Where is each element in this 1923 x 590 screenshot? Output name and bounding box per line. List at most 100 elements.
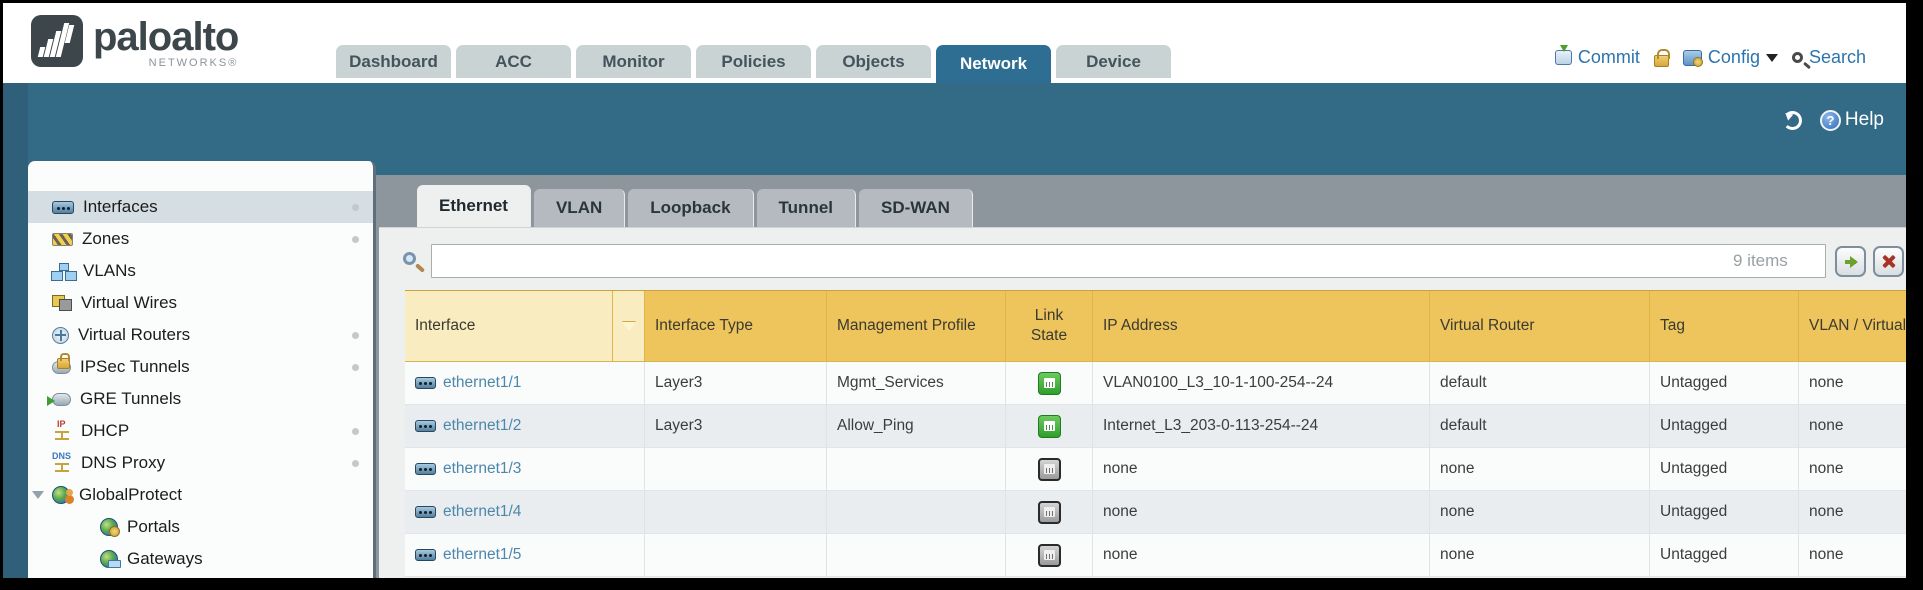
interface-link[interactable]: ethernet1/5 <box>443 546 521 564</box>
sidebar-item-gre-tunnels[interactable]: GRE Tunnels <box>28 383 373 415</box>
table-row: ethernet1/1 Layer3 Mgmt_Services VLAN010… <box>405 362 1906 405</box>
sidebar-item-vlans[interactable]: VLANs <box>28 255 373 287</box>
item-dot <box>352 236 359 243</box>
refresh-icon[interactable] <box>1783 111 1802 130</box>
cell-ip-address: none <box>1093 491 1430 533</box>
portals-icon <box>100 518 118 536</box>
col-ip-address[interactable]: IP Address <box>1093 291 1430 361</box>
tab-loopback[interactable]: Loopback <box>628 189 753 227</box>
cell-mgmt-profile <box>827 534 1006 576</box>
top-header: paloalto NETWORKS® Dashboard ACC Monitor… <box>3 3 1906 83</box>
help-button[interactable]: ? Help <box>1820 109 1884 131</box>
sidebar-item-virtual-wires[interactable]: Virtual Wires <box>28 287 373 319</box>
sidebar-item-interfaces[interactable]: Interfaces <box>28 191 373 223</box>
link-state-down-icon[interactable] <box>1038 501 1061 524</box>
cell-tag: Untagged <box>1650 362 1799 404</box>
lock-icon[interactable] <box>1654 55 1669 67</box>
cell-interface-type <box>645 448 827 490</box>
link-state-up-icon[interactable] <box>1038 415 1061 438</box>
table-row: ethernet1/4 none none Untagged none <box>405 491 1906 534</box>
ethernet-icon <box>415 506 436 518</box>
tab-dashboard[interactable]: Dashboard <box>336 45 451 78</box>
filter-input[interactable] <box>431 244 1826 278</box>
col-interface[interactable]: Interface <box>405 291 613 361</box>
col-link-state[interactable]: Link State <box>1006 291 1093 361</box>
cell-interface-type: Layer3 <box>645 405 827 447</box>
interface-link[interactable]: ethernet1/4 <box>443 503 521 521</box>
zones-icon <box>52 233 73 246</box>
cell-interface-type <box>645 491 827 533</box>
sidebar-item-portals[interactable]: Portals <box>28 511 373 543</box>
cell-virtual-router: default <box>1430 362 1650 404</box>
collapse-triangle-icon[interactable] <box>32 491 44 505</box>
app-window: paloalto NETWORKS® Dashboard ACC Monitor… <box>3 3 1906 578</box>
virtual-wires-icon <box>52 295 72 311</box>
cell-ip-address: none <box>1093 534 1430 576</box>
commit-button[interactable]: Commit <box>1555 47 1640 68</box>
cell-ip-address: none <box>1093 448 1430 490</box>
filter-bar: 9 items <box>403 244 1902 280</box>
apply-filter-button[interactable] <box>1835 246 1866 277</box>
link-state-up-icon[interactable] <box>1038 372 1061 395</box>
tab-objects[interactable]: Objects <box>816 45 931 78</box>
column-sort-dropdown[interactable] <box>613 291 645 361</box>
top-nav: Dashboard ACC Monitor Policies Objects N… <box>336 45 1171 83</box>
config-menu-button[interactable]: Config <box>1683 47 1778 68</box>
tab-acc[interactable]: ACC <box>456 45 571 78</box>
sidebar-item-gateways[interactable]: Gateways <box>28 543 373 575</box>
brand: paloalto NETWORKS® <box>31 15 238 69</box>
sidebar-item-ipsec-tunnels[interactable]: IPSec Tunnels <box>28 351 373 383</box>
sidebar-item-virtual-routers[interactable]: Virtual Routers <box>28 319 373 351</box>
red-x-icon <box>1881 254 1896 269</box>
cell-vlan: none <box>1799 362 1906 404</box>
sidebar-item-dns-proxy[interactable]: DNS Proxy <box>28 447 373 479</box>
sidebar-item-zones[interactable]: Zones <box>28 223 373 255</box>
chevron-down-icon <box>1766 54 1778 68</box>
gre-tunnels-icon <box>52 393 71 406</box>
col-interface-type[interactable]: Interface Type <box>645 291 827 361</box>
cell-interface-type <box>645 534 827 576</box>
col-vlan-virtual-wire[interactable]: VLAN / Virtual Wire <box>1799 291 1906 361</box>
help-label: Help <box>1845 109 1884 131</box>
search-icon <box>1792 52 1803 63</box>
cell-mgmt-profile <box>827 448 1006 490</box>
sidebar-item-globalprotect[interactable]: GlobalProtect <box>28 479 373 511</box>
link-state-down-icon[interactable] <box>1038 544 1061 567</box>
link-state-down-icon[interactable] <box>1038 458 1061 481</box>
tab-network[interactable]: Network <box>936 45 1051 83</box>
sidebar-item-dhcp[interactable]: DHCP <box>28 415 373 447</box>
interface-link[interactable]: ethernet1/3 <box>443 460 521 478</box>
cell-virtual-router: default <box>1430 405 1650 447</box>
item-dot <box>352 460 359 467</box>
cell-virtual-router: none <box>1430 534 1650 576</box>
help-icon: ? <box>1820 110 1841 131</box>
item-dot <box>352 364 359 371</box>
tab-ethernet[interactable]: Ethernet <box>417 185 531 227</box>
interface-link[interactable]: ethernet1/2 <box>443 417 521 435</box>
virtual-routers-icon <box>52 327 69 344</box>
green-arrow-icon <box>1845 260 1856 264</box>
tab-sdwan[interactable]: SD-WAN <box>859 189 973 227</box>
ethernet-icon <box>415 377 436 389</box>
col-management-profile[interactable]: Management Profile <box>827 291 1006 361</box>
clear-filter-button[interactable] <box>1873 246 1904 277</box>
search-button[interactable]: Search <box>1792 47 1866 68</box>
cell-mgmt-profile: Mgmt_Services <box>827 362 1006 404</box>
col-tag[interactable]: Tag <box>1650 291 1799 361</box>
cell-tag: Untagged <box>1650 534 1799 576</box>
tab-vlan[interactable]: VLAN <box>534 189 625 227</box>
col-virtual-router[interactable]: Virtual Router <box>1430 291 1650 361</box>
interfaces-icon <box>52 201 74 214</box>
left-strip <box>3 83 28 578</box>
interface-link[interactable]: ethernet1/1 <box>443 374 521 392</box>
tab-policies[interactable]: Policies <box>696 45 811 78</box>
cell-vlan: none <box>1799 405 1906 447</box>
item-dot <box>352 204 359 211</box>
commit-label: Commit <box>1578 47 1640 68</box>
config-icon <box>1683 50 1702 66</box>
cell-vlan: none <box>1799 534 1906 576</box>
cell-ip-address: VLAN0100_L3_10-1-100-254--24 <box>1093 362 1430 404</box>
tab-monitor[interactable]: Monitor <box>576 45 691 78</box>
tab-device[interactable]: Device <box>1056 45 1171 78</box>
tab-tunnel[interactable]: Tunnel <box>757 189 856 227</box>
